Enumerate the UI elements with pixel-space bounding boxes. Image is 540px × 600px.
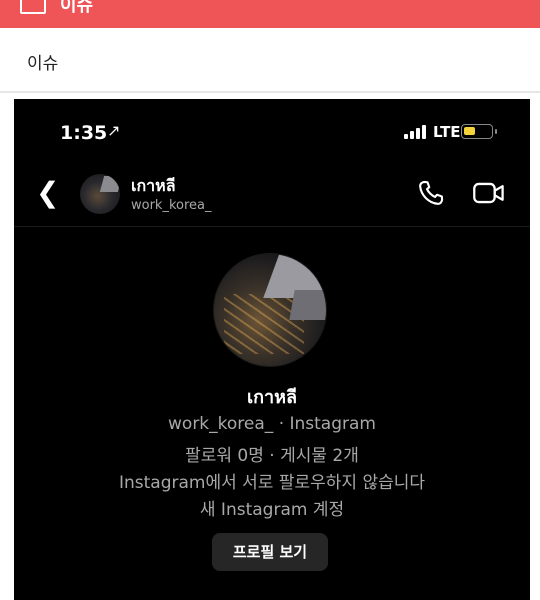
profile-name: เกาหลี (246, 387, 298, 408)
back-chevron-icon[interactable]: ❮ (36, 179, 59, 207)
location-arrow-icon: ↗ (107, 121, 121, 140)
screenshot-image: 1:35 ↗ LTE ❮ เกาหลี work_korea_ เกาหลี w… (14, 99, 530, 600)
phone-icon[interactable] (417, 179, 445, 207)
avatar[interactable] (80, 174, 120, 214)
follow-status: Instagram에서 서로 팔로우하지 않습니다 (118, 473, 426, 493)
video-camera-icon[interactable] (472, 179, 506, 207)
site-header-title: 이슈 (60, 0, 94, 16)
chat-contact-handle[interactable]: work_korea_ (131, 198, 212, 213)
battery-icon (461, 124, 497, 139)
account-note: 새 Instagram 계정 (199, 500, 345, 520)
category-bar: 이슈 (0, 28, 540, 93)
site-header-bar: 이슈 (0, 0, 540, 28)
status-time: 1:35 (60, 122, 108, 144)
profile-stats: 팔로워 0명 · 게시물 2개 (185, 446, 359, 466)
profile-subtitle: work_korea_ · Instagram (168, 414, 376, 434)
network-type: LTE (433, 123, 461, 141)
category-label[interactable]: 이슈 (27, 49, 58, 74)
chat-header: ❮ เกาหลี work_korea_ (14, 159, 530, 227)
menu-icon[interactable] (20, 0, 46, 14)
signal-icon (404, 124, 430, 139)
phone-status-bar: 1:35 ↗ LTE (14, 99, 530, 151)
view-profile-button[interactable]: 프로필 보기 (212, 533, 328, 571)
profile-avatar[interactable] (213, 253, 327, 367)
chat-contact-name[interactable]: เกาหลี (131, 174, 176, 199)
